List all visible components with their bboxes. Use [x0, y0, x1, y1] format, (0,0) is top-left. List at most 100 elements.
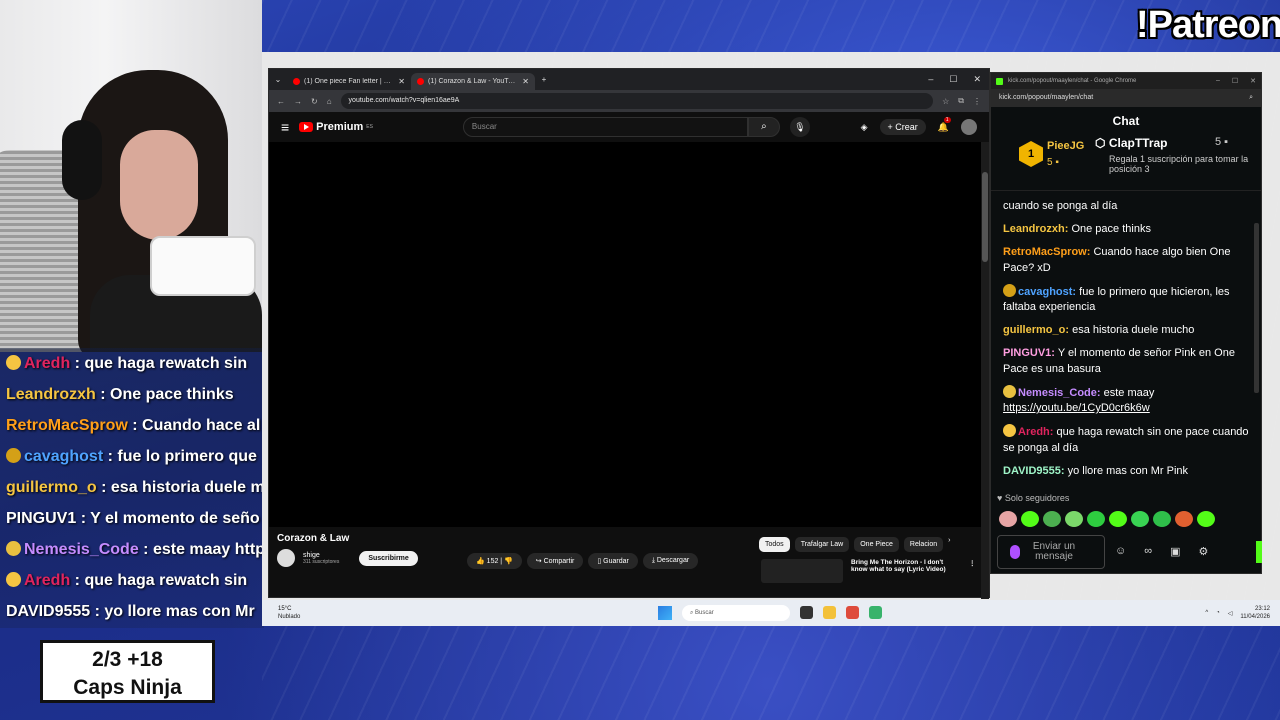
create-button[interactable]: + Crear [879, 119, 926, 135]
emote-icon[interactable] [1043, 511, 1061, 527]
recommended-thumbnail[interactable] [761, 559, 843, 583]
search-input[interactable]: Buscar [462, 117, 748, 137]
share-button[interactable]: ↪ Compartir [526, 553, 584, 569]
taskbar-search[interactable]: ⌕ Buscar [682, 605, 790, 621]
tray-chevron-icon[interactable]: ^ [1205, 610, 1208, 616]
forward-icon[interactable]: → [294, 97, 302, 106]
windows-start-icon[interactable] [658, 606, 672, 620]
chat-scrollbar[interactable] [1254, 223, 1259, 393]
emote-icon[interactable] [1197, 511, 1215, 527]
emote-icon[interactable] [1153, 511, 1171, 527]
like-button[interactable]: 👍 152 | 👎 [467, 553, 522, 569]
volume-icon[interactable]: ◁ [1228, 610, 1233, 617]
logo-text: Premium [316, 121, 364, 133]
tab-one-piece[interactable]: (1) One piece Fan letter | marin ✕ [287, 73, 411, 90]
like-count: 152 [486, 558, 499, 565]
overlay-user: PINGUV1 [6, 510, 77, 527]
chat-message: DAVID9555: yo llore mas con Mr Pink [1003, 464, 1249, 480]
leader2-name-text: ClapTTrap [1108, 136, 1168, 150]
emote-icon[interactable] [1109, 511, 1127, 527]
chat-user[interactable]: Leandrozxh: [1003, 223, 1068, 235]
emoji-icon[interactable]: ☺ [1115, 545, 1126, 558]
wifi-icon[interactable]: ◔ [1216, 610, 1220, 616]
menu-icon[interactable]: ⋮ [973, 97, 981, 106]
chat-user[interactable]: PINGUV1: [1003, 347, 1055, 359]
url-input[interactable]: youtube.com/watch?v=qlien16ae9A [340, 93, 934, 109]
tab-title: (1) Corazon & Law - YouTube [428, 78, 519, 85]
chrome-icon[interactable] [846, 606, 859, 619]
recommendation-chips: Todos Trafalgar Law One Piece Relacion › [759, 537, 951, 552]
chevron-right-icon[interactable]: › [948, 537, 950, 552]
overlay-text: : Y el momento de seño [76, 510, 260, 527]
zoom-icon[interactable]: ⌕ [1249, 89, 1253, 107]
settings-gear-icon[interactable]: ⚙ [1198, 545, 1208, 558]
chat-url-bar[interactable]: kick.com/popout/maaylen/chat ⌕ [991, 89, 1261, 107]
extensions-icon[interactable]: ⧉ [958, 96, 964, 106]
close-window-icon[interactable]: ✕ [1250, 77, 1256, 85]
emote-bar [999, 511, 1215, 527]
page-scrollbar[interactable] [981, 142, 989, 599]
chip-relacion[interactable]: Relacion [903, 537, 944, 552]
cast-icon[interactable]: ◈ [861, 122, 868, 133]
subscribe-button[interactable]: Suscribirme [359, 550, 418, 566]
file-explorer-icon[interactable] [823, 606, 836, 619]
chat-user[interactable]: Nemesis_Code: [1018, 387, 1101, 399]
chat-user[interactable]: Aredh: [1018, 426, 1053, 438]
emote-icon[interactable] [1021, 511, 1039, 527]
caps-count: 2/3 +18 [92, 648, 163, 671]
channel-row: shige 311 suscriptores Suscribirme [277, 549, 418, 567]
hamburger-menu-icon[interactable]: ≡ [281, 119, 289, 135]
chat-user[interactable]: guillermo_o: [1003, 324, 1069, 336]
chat-message-input[interactable]: Enviar un mensaje [997, 535, 1105, 569]
voice-search-icon[interactable]: 🎙 [789, 117, 810, 137]
tab-corazon-law[interactable]: (1) Corazon & Law - YouTube ✕ [411, 73, 535, 90]
infinity-icon[interactable]: ∞ [1144, 545, 1152, 558]
chip-trafalgar-law[interactable]: Trafalgar Law [794, 537, 850, 552]
clock[interactable]: 23:12 11/04/2026 [1240, 605, 1270, 621]
weather-widget[interactable]: 15°C Nublado [278, 605, 300, 621]
youtube-logo[interactable]: Premium ES [299, 121, 373, 133]
task-view-icon[interactable] [800, 606, 813, 619]
emote-icon[interactable] [1175, 511, 1193, 527]
channel-avatar[interactable] [277, 549, 295, 567]
chat-window-controls: – ☐ ✕ [1216, 77, 1256, 85]
recommended-title[interactable]: Bring Me The Horizon - I don't know what… [851, 559, 961, 583]
chat-link[interactable]: https://youtu.be/1CyD0cr6k6w [1003, 402, 1150, 414]
scrollbar-thumb[interactable] [982, 172, 988, 262]
close-window-icon[interactable]: ✕ [973, 74, 981, 85]
video-player[interactable] [269, 142, 981, 527]
gift-icon[interactable]: ▣ [1170, 545, 1180, 558]
search-icon[interactable]: ⌕ [747, 117, 780, 137]
send-button[interactable] [1256, 541, 1262, 563]
overlay-text: : que haga rewatch sin [70, 572, 248, 589]
emote-icon[interactable] [1131, 511, 1149, 527]
save-button[interactable]: ▯ Guardar [588, 553, 638, 569]
close-tab-icon[interactable]: ✕ [398, 77, 405, 86]
chip-one-piece[interactable]: One Piece [854, 537, 899, 552]
emote-icon[interactable] [1087, 511, 1105, 527]
back-icon[interactable]: ← [277, 97, 285, 106]
minimize-icon[interactable]: – [928, 74, 933, 85]
minimize-icon[interactable]: – [1216, 77, 1220, 85]
emote-icon[interactable] [999, 511, 1017, 527]
maximize-icon[interactable]: ☐ [1232, 77, 1238, 85]
bookmark-icon[interactable]: ☆ [942, 97, 949, 106]
channel-name[interactable]: shige [303, 552, 339, 559]
recommended-video[interactable]: Bring Me The Horizon - I don't know what… [761, 559, 976, 583]
close-tab-icon[interactable]: ✕ [522, 77, 529, 86]
notifications-bell-icon[interactable]: 🔔 1 [938, 116, 951, 133]
home-icon[interactable]: ⌂ [327, 97, 332, 106]
more-options-icon[interactable]: ⋮ [969, 559, 976, 583]
reload-icon[interactable]: ↻ [311, 97, 318, 106]
kick-app-icon[interactable] [869, 606, 882, 619]
download-button[interactable]: ⤓ Descargar [642, 553, 699, 569]
tab-list-icon[interactable]: ⌄ [269, 75, 287, 84]
maximize-icon[interactable]: ☐ [949, 74, 957, 85]
new-tab-icon[interactable]: + [535, 75, 553, 84]
chat-user[interactable]: DAVID9555: [1003, 465, 1065, 477]
avatar[interactable] [961, 119, 977, 135]
chip-todos[interactable]: Todos [759, 537, 790, 552]
chat-user[interactable]: RetroMacSprow: [1003, 246, 1090, 258]
emote-icon[interactable] [1065, 511, 1083, 527]
chat-user[interactable]: cavaghost: [1018, 286, 1076, 298]
